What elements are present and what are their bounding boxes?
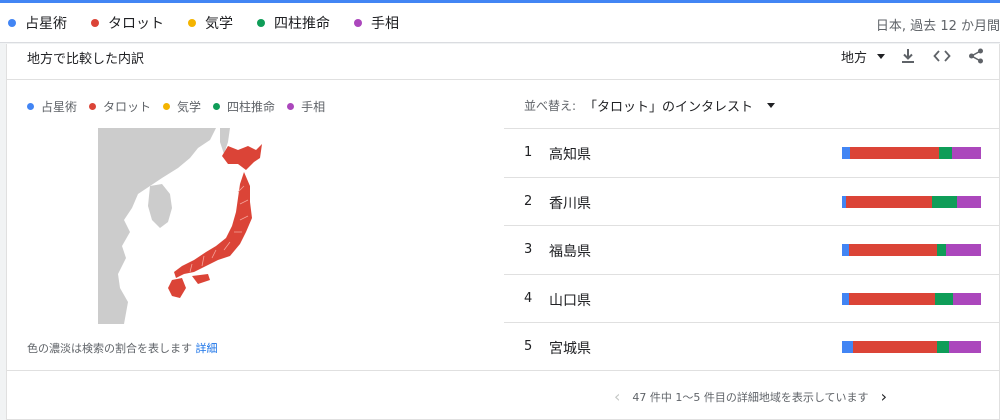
tarot-segment: [850, 147, 940, 159]
pagination: ‹ 47 件中 1～5 件目の詳細地域を表示しています ›: [602, 389, 899, 405]
share-bar: [842, 147, 981, 159]
legend-label: 気学: [205, 15, 233, 32]
legend-item-four-pillars[interactable]: 四柱推命: [257, 13, 330, 33]
map-caption: 色の濃淡は検索の割合を表します 詳細: [27, 340, 218, 356]
pagination-footer: ‹ 47 件中 1～5 件目の詳細地域を表示しています ›: [7, 370, 1000, 420]
legend-label: 手相: [371, 15, 399, 32]
map-legend-item-kigaku: 気学: [163, 98, 201, 115]
four-pillars-segment: [935, 292, 954, 305]
palmistry-segment: [953, 292, 981, 305]
header-controls: 地方: [841, 45, 987, 67]
region-ranking-list: 1 高知県 2 香川県 3 福島県 4 山口県 5 宮城県: [504, 128, 1000, 371]
card-title: 地方で比較した内訳: [27, 52, 145, 67]
legend-item-tarot[interactable]: タロット: [91, 13, 164, 33]
table-row[interactable]: 2 香川県: [504, 176, 1000, 226]
legend-label: タロット: [108, 15, 164, 32]
region-period-text: 日本, 過去 12 か月間: [875, 19, 1000, 34]
sort-value: 「タロット」のインタレスト: [584, 100, 754, 115]
legend-label: 占星術: [25, 15, 67, 32]
share-bar: [842, 341, 981, 353]
palmistry-segment: [946, 244, 981, 256]
series-color-dot: [89, 103, 97, 110]
rank-number: 5: [524, 339, 533, 354]
astrology-segment: [842, 292, 849, 305]
map-caption-text: 色の濃淡は検索の割合を表します: [27, 342, 192, 355]
legend-label: 四柱推命: [274, 15, 330, 32]
download-icon[interactable]: [897, 45, 919, 67]
next-page-icon[interactable]: ›: [881, 389, 887, 405]
series-color-dot: [213, 103, 221, 110]
prefecture-name: 山口県: [549, 292, 591, 309]
legend-label: 手相: [301, 100, 326, 114]
region-level-dropdown[interactable]: 地方: [841, 47, 885, 66]
series-color-dot: [27, 103, 34, 110]
legend-label: 四柱推命: [227, 100, 276, 114]
sort-dropdown[interactable]: 並べ替え: 「タロット」のインタレスト: [524, 96, 776, 115]
map-legend-item-four-pillars: 四柱推命: [213, 98, 275, 115]
legend-label: 占星術: [41, 100, 78, 114]
share-bar: [842, 244, 981, 256]
palmistry-segment: [957, 195, 981, 208]
tarot-segment: [848, 292, 936, 305]
rank-number: 2: [524, 193, 533, 209]
four-pillars-segment: [939, 147, 952, 159]
share-icon[interactable]: [965, 45, 987, 67]
embed-code-icon[interactable]: [931, 45, 953, 67]
table-row[interactable]: 3 福島県: [504, 225, 1000, 274]
map-legend-item-tarot: タロット: [89, 98, 151, 115]
chevron-down-icon: [877, 53, 885, 59]
legend-item-astrology[interactable]: 占星術: [8, 13, 67, 33]
term-legend-bar: 占星術 タロット 気学 四柱推命 手相 日本, 過去 12 か月間: [0, 3, 1000, 43]
series-color-dot: [188, 18, 196, 27]
series-color-dot: [354, 18, 362, 27]
palmistry-segment: [949, 341, 981, 353]
series-color-dot: [257, 18, 265, 27]
palmistry-segment: [951, 147, 981, 159]
astrology-segment: [842, 341, 854, 353]
prefecture-name: 宮城県: [549, 341, 591, 357]
card-header: 地方で比較した内訳 地方: [7, 44, 1000, 80]
table-row[interactable]: 5 宮城県: [504, 322, 1000, 371]
legend-item-kigaku[interactable]: 気学: [188, 13, 233, 33]
astrology-segment: [842, 147, 851, 159]
four-pillars-segment: [936, 341, 949, 353]
series-color-dot: [91, 18, 99, 27]
region-level-label: 地方: [840, 50, 867, 66]
four-pillars-segment: [932, 195, 958, 208]
share-bar: [842, 195, 981, 208]
four-pillars-segment: [936, 244, 947, 256]
series-color-dot: [163, 103, 171, 110]
rank-number: 4: [524, 290, 533, 306]
tarot-segment: [846, 195, 933, 208]
map-legend-item-palmistry: 手相: [287, 98, 325, 115]
breakdown-by-region-card: 地方で比較した内訳 地方 占星術 タロット 気学 四柱推命 手相 色の濃淡は検索…: [6, 44, 1000, 420]
previous-page-icon[interactable]: ‹: [614, 389, 620, 405]
series-color-dot: [8, 18, 16, 27]
sort-label: 並べ替え:: [524, 99, 577, 113]
table-row[interactable]: 1 高知県: [504, 128, 1000, 177]
prefecture-name: 福島県: [549, 244, 591, 260]
japan-region-map[interactable]: [98, 128, 268, 324]
legend-label: 気学: [177, 100, 202, 114]
series-color-dot: [287, 103, 295, 110]
prefecture-name: 高知県: [549, 147, 591, 163]
rank-number: 3: [524, 242, 533, 257]
legend-item-palmistry[interactable]: 手相: [354, 13, 399, 33]
map-legend-item-astrology: 占星術: [27, 98, 77, 115]
tarot-segment: [848, 244, 937, 256]
rank-number: 1: [524, 145, 533, 160]
share-bar: [842, 292, 981, 305]
pagination-text: 47 件中 1～5 件目の詳細地域を表示しています: [632, 391, 869, 404]
prefecture-name: 香川県: [549, 195, 591, 212]
map-legend: 占星術 タロット 気学 四柱推命 手相: [27, 98, 337, 115]
table-row[interactable]: 4 山口県: [504, 273, 1000, 323]
details-link[interactable]: 詳細: [196, 342, 218, 355]
chevron-down-icon: [767, 103, 776, 108]
tarot-segment: [853, 341, 937, 353]
astrology-segment: [842, 244, 849, 256]
legend-label: タロット: [103, 100, 152, 114]
